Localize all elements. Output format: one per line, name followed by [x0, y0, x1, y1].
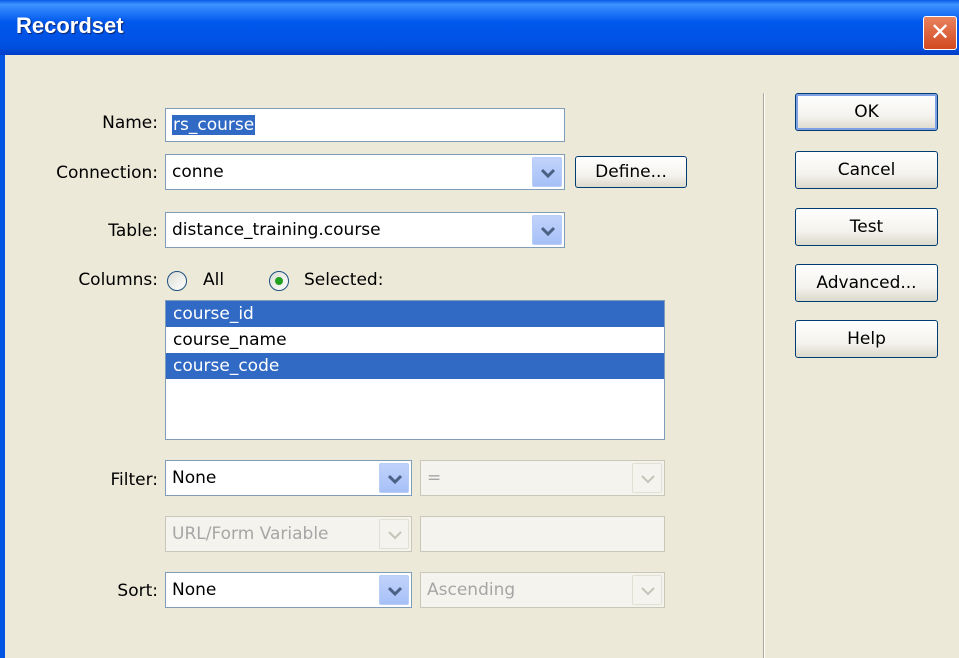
- list-item[interactable]: course_name: [166, 327, 664, 353]
- recordset-dialog: Recordset ✕ Name: rs_course Connection: …: [0, 0, 959, 658]
- list-item[interactable]: course_code: [166, 353, 664, 379]
- radio-checked-indicator: [275, 277, 283, 285]
- table-select[interactable]: distance_training.course: [165, 212, 565, 248]
- columns-selected-label[interactable]: Selected:: [304, 270, 383, 290]
- advanced-button[interactable]: Advanced...: [795, 264, 938, 302]
- sort-column-value: None: [172, 580, 217, 600]
- ok-button[interactable]: OK: [795, 93, 938, 131]
- help-button[interactable]: Help: [795, 320, 938, 358]
- table-label: Table:: [108, 221, 158, 241]
- table-value: distance_training.course: [172, 220, 381, 240]
- chevron-down-icon[interactable]: [532, 215, 562, 245]
- sort-column-select[interactable]: None: [165, 572, 412, 608]
- name-label: Name:: [102, 113, 158, 133]
- filter-source-value: URL/Form Variable: [172, 524, 329, 544]
- list-item[interactable]: course_id: [166, 301, 664, 327]
- filter-label: Filter:: [110, 470, 158, 490]
- chevron-down-icon[interactable]: [379, 575, 409, 605]
- filter-column-value: None: [172, 468, 217, 488]
- filter-value-input[interactable]: [420, 516, 665, 552]
- columns-listbox[interactable]: course_id course_name course_code: [165, 300, 665, 440]
- filter-operator-select[interactable]: =: [420, 460, 665, 496]
- columns-all-radio[interactable]: [167, 271, 187, 291]
- filter-source-select[interactable]: URL/Form Variable: [165, 516, 412, 552]
- define-button[interactable]: Define...: [575, 156, 687, 188]
- test-button[interactable]: Test: [795, 208, 938, 246]
- vertical-divider: [763, 93, 765, 658]
- close-icon: ✕: [929, 18, 951, 46]
- close-button[interactable]: ✕: [923, 16, 957, 50]
- connection-value: conne: [172, 162, 224, 182]
- connection-select[interactable]: conne: [165, 154, 565, 190]
- chevron-down-icon[interactable]: [379, 463, 409, 493]
- name-value: rs_course: [172, 115, 256, 135]
- sort-order-select[interactable]: Ascending: [420, 572, 665, 608]
- sort-order-value: Ascending: [427, 580, 516, 600]
- chevron-down-icon[interactable]: [632, 575, 662, 605]
- cancel-button[interactable]: Cancel: [795, 151, 938, 189]
- connection-label: Connection:: [56, 163, 158, 183]
- chevron-down-icon[interactable]: [632, 463, 662, 493]
- window-title: Recordset: [16, 13, 124, 38]
- columns-all-label[interactable]: All: [203, 270, 224, 290]
- chevron-down-icon[interactable]: [379, 519, 409, 549]
- sort-label: Sort:: [117, 581, 158, 601]
- name-input[interactable]: rs_course: [165, 108, 565, 142]
- columns-label: Columns:: [78, 270, 158, 290]
- filter-column-select[interactable]: None: [165, 460, 412, 496]
- filter-operator-value: =: [427, 468, 442, 488]
- columns-selected-radio[interactable]: [269, 271, 289, 291]
- chevron-down-icon[interactable]: [532, 157, 562, 187]
- title-bar[interactable]: Recordset ✕: [0, 0, 959, 55]
- window-frame: [0, 55, 5, 658]
